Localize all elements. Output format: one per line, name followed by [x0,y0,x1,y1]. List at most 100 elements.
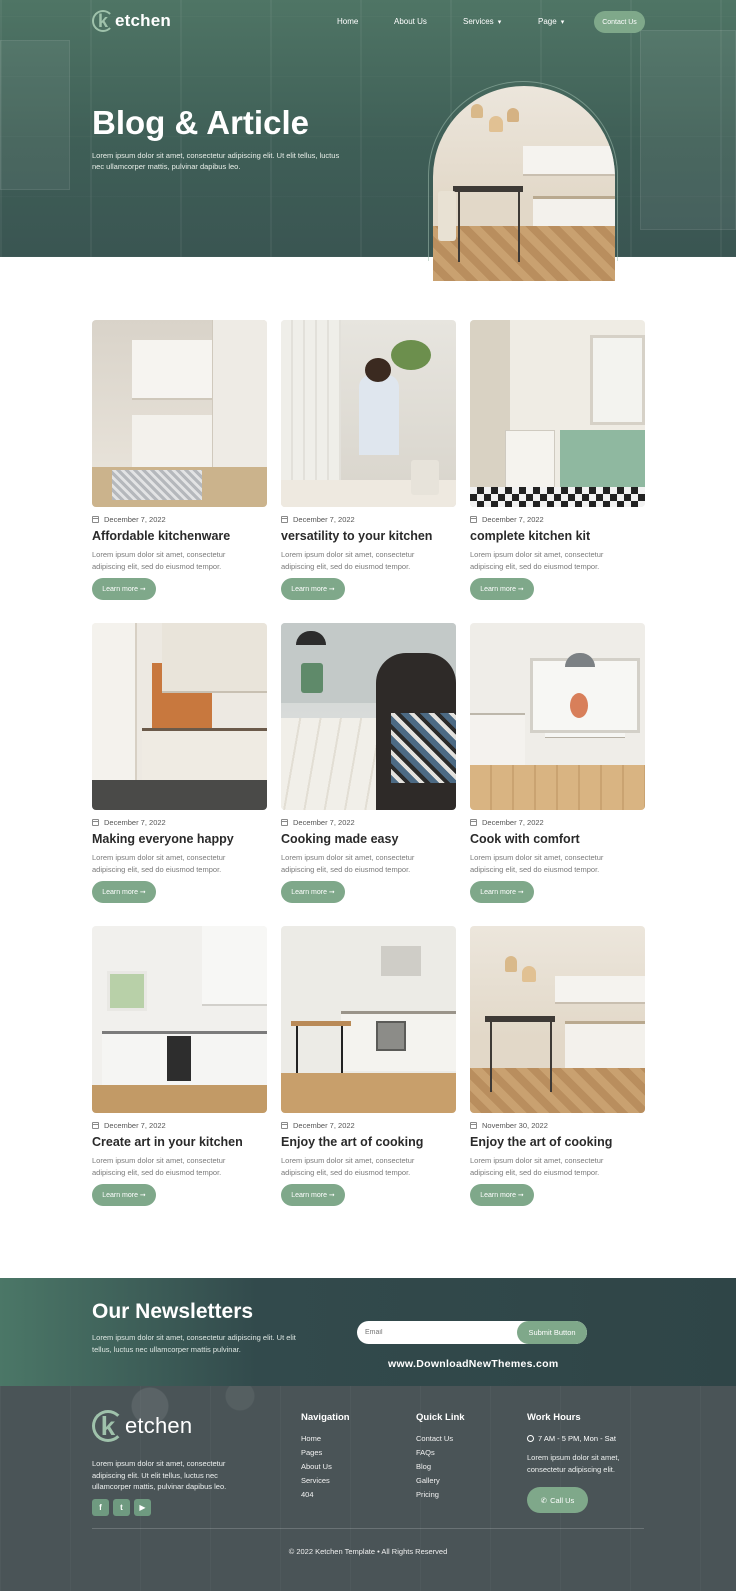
blog-card-image[interactable] [281,926,456,1113]
footer-column-title: Navigation [301,1412,350,1423]
footer-link-contact-us[interactable]: Contact Us [416,1434,465,1448]
post-title[interactable]: Affordable kitchenware [92,529,267,543]
post-title[interactable]: Create art in your kitchen [92,1135,267,1149]
post-date-text: November 30, 2022 [482,1121,548,1130]
twitter-icon[interactable]: t [113,1499,130,1516]
calendar-icon [281,819,288,826]
blog-card: December 7, 2022 Making everyone happy L… [92,623,267,903]
logo-text: etchen [125,1413,193,1438]
post-excerpt: Lorem ipsum dolor sit amet, consectetur … [92,550,226,571]
learn-more-button[interactable]: Learn more ➞ [92,1184,156,1206]
nav-label: Page [538,17,557,26]
post-excerpt: Lorem ipsum dolor sit amet, consectetur … [470,550,604,571]
blog-card-image[interactable] [92,623,267,810]
footer-link-404[interactable]: 404 [301,1490,350,1504]
work-hours-description: Lorem ipsum dolor sit amet, consectetur … [527,1453,620,1474]
blog-card-image[interactable] [281,623,456,810]
post-date: December 7, 2022 [92,515,267,524]
hero-cabinet-decoration [0,40,70,190]
learn-more-button[interactable]: Learn more ➞ [470,578,534,600]
blog-card-image[interactable] [470,320,645,507]
learn-more-button[interactable]: Learn more ➞ [470,881,534,903]
clock-icon [527,1435,534,1442]
learn-more-button[interactable]: Learn more ➞ [281,578,345,600]
contact-us-button[interactable]: Contact Us [594,11,645,33]
email-field[interactable] [357,1321,507,1344]
nav-item-about-us[interactable]: About Us [394,17,427,26]
learn-more-button[interactable]: Learn more ➞ [470,1184,534,1206]
learn-more-button[interactable]: Learn more ➞ [281,881,345,903]
footer-link-about-us[interactable]: About Us [301,1462,350,1476]
blog-card-image[interactable] [92,320,267,507]
newsletter-description: Lorem ipsum dolor sit amet, consectetur … [92,1333,296,1354]
call-us-button[interactable]: ✆ Call Us [527,1487,588,1513]
footer-link-faqs[interactable]: FAQs [416,1448,465,1462]
post-title[interactable]: Cook with comfort [470,832,645,846]
footer-work-hours: Work Hours 7 AM - 5 PM, Mon - Sat Lorem … [527,1412,637,1513]
calendar-icon [92,1122,99,1129]
newsletter-title: Our Newsletters [92,1300,254,1323]
blog-card-image[interactable] [281,320,456,507]
post-title[interactable]: Enjoy the art of cooking [470,1135,645,1149]
calendar-icon [281,516,288,523]
footer-link-gallery[interactable]: Gallery [416,1476,465,1490]
post-title[interactable]: Making everyone happy [92,832,267,846]
footer-link-home[interactable]: Home [301,1434,350,1448]
post-date: December 7, 2022 [92,1121,267,1130]
blog-card: December 7, 2022 Affordable kitchenware … [92,320,267,600]
post-date-text: December 7, 2022 [293,818,355,827]
post-date-text: December 7, 2022 [293,1121,355,1130]
youtube-icon[interactable]: ▶ [134,1499,151,1516]
facebook-icon[interactable]: f [92,1499,109,1516]
footer: k etchen Lorem ipsum dolor sit amet, con… [0,1386,736,1591]
blog-card-image[interactable] [470,623,645,810]
footer-logo[interactable]: k etchen [92,1410,192,1442]
calendar-icon [470,1122,477,1129]
watermark-text: www.DownloadNewThemes.com [388,1358,559,1370]
blog-card-image[interactable] [470,926,645,1113]
post-title[interactable]: Cooking made easy [281,832,456,846]
blog-card: December 7, 2022 Cooking made easy Lorem… [281,623,456,903]
post-excerpt: Lorem ipsum dolor sit amet, consectetur … [470,1156,604,1177]
post-title[interactable]: Enjoy the art of cooking [281,1135,456,1149]
page-title: Blog & Article [92,104,309,141]
post-date: December 7, 2022 [92,818,267,827]
post-date: December 7, 2022 [470,515,645,524]
learn-more-button[interactable]: Learn more ➞ [92,578,156,600]
post-date-text: December 7, 2022 [293,515,355,524]
post-excerpt: Lorem ipsum dolor sit amet, consectetur … [281,853,415,874]
post-date: December 7, 2022 [470,818,645,827]
blog-card: December 7, 2022 Create art in your kitc… [92,926,267,1206]
nav-label: Services [463,17,494,26]
logo-mark: k [92,1410,124,1442]
calendar-icon [92,516,99,523]
nav-item-services[interactable]: Services ▾ [463,17,501,26]
submit-button[interactable]: Submit Button [517,1321,587,1344]
footer-link-blog[interactable]: Blog [416,1462,465,1476]
footer-link-pricing[interactable]: Pricing [416,1490,465,1504]
post-excerpt: Lorem ipsum dolor sit amet, consectetur … [470,853,604,874]
learn-more-button[interactable]: Learn more ➞ [281,1184,345,1206]
post-excerpt: Lorem ipsum dolor sit amet, consectetur … [281,1156,415,1177]
post-date-text: December 7, 2022 [104,515,166,524]
post-date: November 30, 2022 [470,1121,645,1130]
nav-item-home[interactable]: Home [337,17,358,26]
calendar-icon [470,516,477,523]
post-date-text: December 7, 2022 [482,515,544,524]
footer-quick-links: Quick Link Contact Us FAQs Blog Gallery … [416,1412,465,1504]
nav-item-page[interactable]: Page ▾ [538,17,564,26]
blog-card-image[interactable] [92,926,267,1113]
post-title[interactable]: complete kitchen kit [470,529,645,543]
logo-mark: k [92,10,114,32]
brand-logo[interactable]: k etchen [92,10,171,32]
newsletter-section: Our Newsletters Lorem ipsum dolor sit am… [0,1278,736,1386]
calendar-icon [281,1122,288,1129]
footer-link-services[interactable]: Services [301,1476,350,1490]
post-excerpt: Lorem ipsum dolor sit amet, consectetur … [281,550,415,571]
footer-link-pages[interactable]: Pages [301,1448,350,1462]
post-title[interactable]: versatility to your kitchen [281,529,456,543]
post-date-text: December 7, 2022 [104,818,166,827]
calendar-icon [470,819,477,826]
work-hours-text: 7 AM - 5 PM, Mon - Sat [538,1434,616,1443]
learn-more-button[interactable]: Learn more ➞ [92,881,156,903]
